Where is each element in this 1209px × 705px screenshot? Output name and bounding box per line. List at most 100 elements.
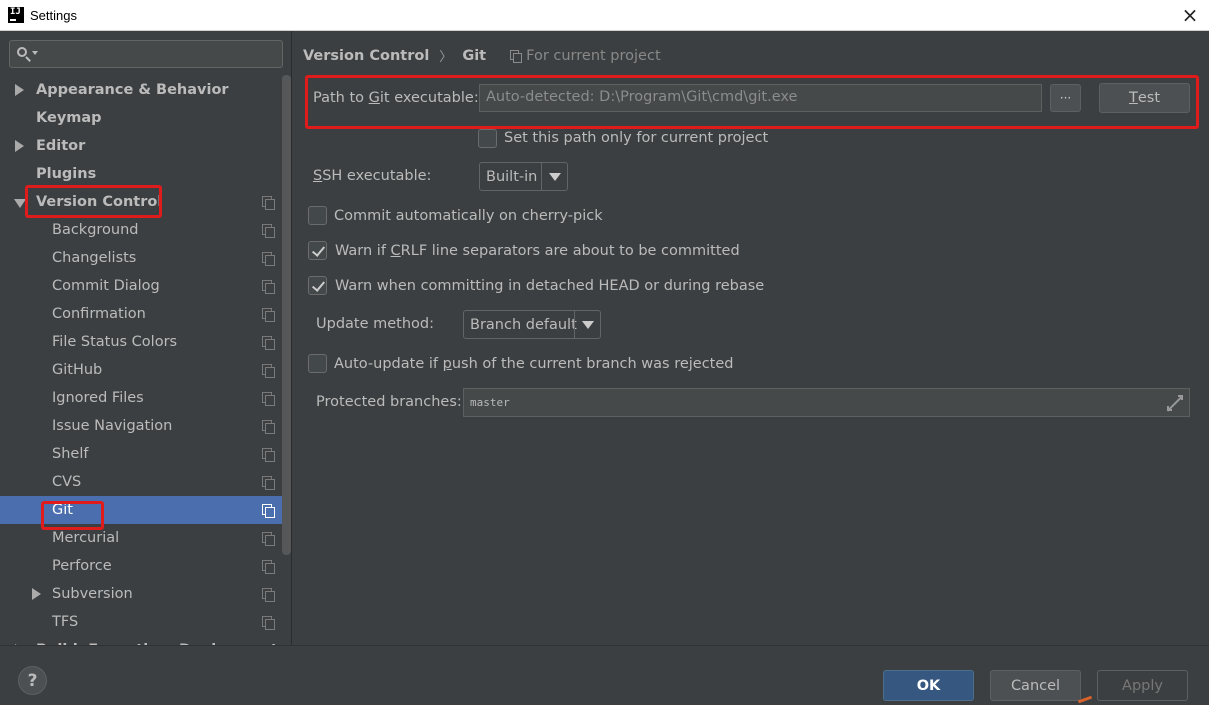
sidebar-item[interactable]: Background <box>0 216 291 244</box>
sidebar-item[interactable]: Changelists <box>0 244 291 272</box>
crlf-warning-label: Warn if CRLF line separators are about t… <box>335 243 740 259</box>
test-button[interactable]: Test <box>1099 83 1190 113</box>
git-settings-panel: Version Control 〉 Git For current projec… <box>293 31 1209 645</box>
sidebar-item-label: Confirmation <box>52 306 146 322</box>
sidebar-item-label: Changelists <box>52 250 137 266</box>
breadcrumb: Version Control 〉 Git For current projec… <box>303 46 661 66</box>
sidebar-item-label: Commit Dialog <box>52 278 160 294</box>
sidebar-scrollbar[interactable] <box>282 75 291 555</box>
project-scope-icon <box>262 560 275 574</box>
update-method-label: Update method: <box>316 316 435 332</box>
sidebar-item[interactable]: CVS <box>0 468 291 496</box>
dialog-footer: ? OK Cancel Apply <box>0 645 1209 705</box>
project-scope-icon <box>262 476 275 490</box>
chevron-down-icon[interactable] <box>574 311 600 338</box>
project-scope-icon <box>510 49 523 63</box>
sidebar-item-label: Issue Navigation <box>52 418 173 434</box>
sidebar-item-label: Plugins <box>36 166 97 182</box>
detached-head-label: Warn when committing in detached HEAD or… <box>335 278 765 294</box>
sidebar-item-label: File Status Colors <box>52 334 178 350</box>
project-scope-icon <box>262 392 275 406</box>
ok-button[interactable]: OK <box>883 670 974 701</box>
protected-branches-input[interactable]: master <box>463 388 1190 417</box>
chevron-right-icon[interactable] <box>15 84 24 96</box>
sidebar-item[interactable]: Ignored Files <box>0 384 291 412</box>
settings-search[interactable] <box>9 40 283 68</box>
update-method-select[interactable]: Branch default <box>463 310 601 339</box>
search-icon[interactable] <box>16 45 40 63</box>
ssh-executable-value: Built-in <box>486 168 538 185</box>
cherry-pick-label: Commit automatically on cherry-pick <box>334 208 603 224</box>
sidebar-item-label: Ignored Files <box>52 390 144 406</box>
sidebar-item[interactable]: File Status Colors <box>0 328 291 356</box>
sidebar-item[interactable]: Build, Execution, Deployment <box>0 636 291 645</box>
sidebar-item[interactable]: Subversion <box>0 580 291 608</box>
browse-button[interactable]: ··· <box>1050 84 1081 112</box>
sidebar-item[interactable]: Mercurial <box>0 524 291 552</box>
sidebar-item[interactable]: Keymap <box>0 104 291 132</box>
chevron-down-icon[interactable] <box>14 199 26 208</box>
set-path-label: Set this path only for current project <box>504 130 769 146</box>
project-scope-icon <box>262 588 275 602</box>
intellij-app-icon: IJ <box>8 7 24 23</box>
crlf-warning-checkbox[interactable] <box>308 241 327 260</box>
sidebar-item[interactable]: GitHub <box>0 356 291 384</box>
sidebar-item-label: Perforce <box>52 558 112 574</box>
chevron-down-icon[interactable] <box>541 163 567 190</box>
project-scope-icon <box>262 224 275 238</box>
sidebar-item-label: CVS <box>52 474 82 490</box>
sidebar-item-label: Shelf <box>52 446 89 462</box>
sidebar-item-label: Git <box>52 502 73 518</box>
project-scope-icon <box>262 308 275 322</box>
protected-branches-label: Protected branches: <box>316 394 462 410</box>
sidebar-item[interactable]: Perforce <box>0 552 291 580</box>
sidebar-item[interactable]: Editor <box>0 132 291 160</box>
project-scope-icon <box>262 532 275 546</box>
sidebar-item[interactable]: Git <box>0 496 291 524</box>
breadcrumb-current: Git <box>462 47 487 64</box>
sidebar-item[interactable]: Issue Navigation <box>0 412 291 440</box>
git-path-input[interactable]: Auto-detected: D:\Program\Git\cmd\git.ex… <box>479 84 1042 112</box>
close-icon[interactable]: × <box>1179 3 1201 27</box>
sidebar-item[interactable]: Plugins <box>0 160 291 188</box>
chevron-right-icon[interactable] <box>15 140 24 152</box>
sidebar-item-label: Background <box>52 222 139 238</box>
settings-sidebar: Appearance & Behavior Keymap Editor Plugins… <box>0 31 292 645</box>
sidebar-item[interactable]: TFS <box>0 608 291 636</box>
project-scope-icon <box>262 336 275 350</box>
sidebar-item[interactable]: Confirmation <box>0 300 291 328</box>
project-scope-icon <box>262 504 275 518</box>
protected-branches-value: master <box>470 396 510 409</box>
sidebar-item[interactable]: Version Control <box>0 188 291 216</box>
apply-button[interactable]: Apply <box>1097 670 1188 701</box>
search-input[interactable] <box>40 46 270 62</box>
project-scope-icon <box>262 616 275 630</box>
sidebar-item-label: GitHub <box>52 362 103 378</box>
expand-icon[interactable] <box>1167 395 1183 411</box>
scope-label: For current project <box>526 47 661 64</box>
auto-update-checkbox[interactable] <box>308 354 327 373</box>
sidebar-item-label: Mercurial <box>52 530 120 546</box>
sidebar-item-label: Version Control <box>36 194 163 210</box>
ssh-executable-select[interactable]: Built-in <box>479 162 568 191</box>
window-title: Settings <box>30 7 77 23</box>
project-scope-icon <box>262 448 275 462</box>
project-scope-icon <box>262 280 275 294</box>
title-bar: IJ Settings × <box>0 0 1209 31</box>
project-scope-icon <box>262 364 275 378</box>
help-button[interactable]: ? <box>18 666 47 695</box>
sidebar-item[interactable]: Commit Dialog <box>0 272 291 300</box>
breadcrumb-separator: 〉 <box>439 50 453 65</box>
sidebar-item[interactable]: Appearance & Behavior <box>0 76 291 104</box>
cancel-button[interactable]: Cancel <box>990 670 1081 701</box>
set-path-checkbox[interactable] <box>478 129 497 148</box>
sidebar-item-label: Subversion <box>52 586 133 602</box>
sidebar-item-label: TFS <box>52 614 79 630</box>
detached-head-checkbox[interactable] <box>308 276 327 295</box>
chevron-right-icon[interactable] <box>32 588 41 600</box>
breadcrumb-parent[interactable]: Version Control <box>303 48 429 64</box>
path-to-git-label: Path to Git executable: <box>313 90 479 106</box>
sidebar-item[interactable]: Shelf <box>0 440 291 468</box>
cherry-pick-checkbox[interactable] <box>308 206 327 225</box>
project-scope-icon <box>262 420 275 434</box>
